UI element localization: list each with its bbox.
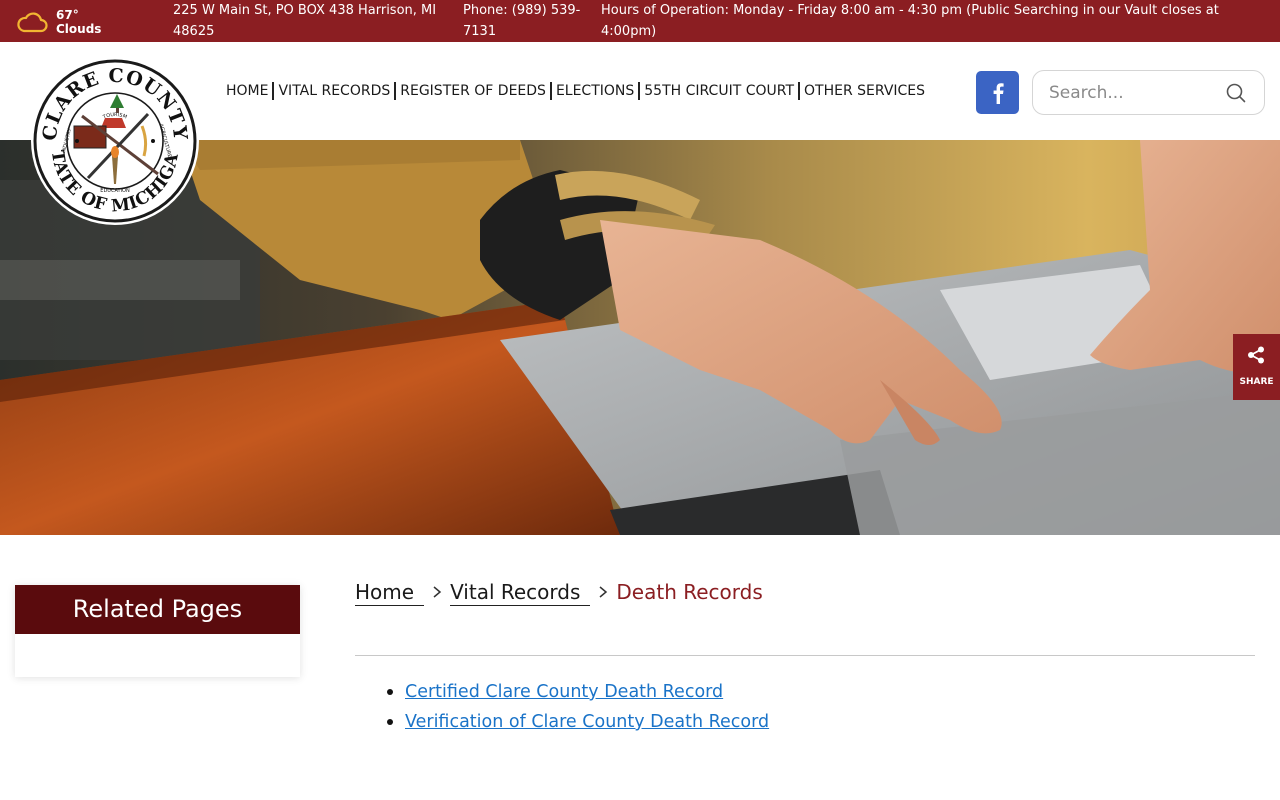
breadcrumb: Home Vital Records Death Records [355, 577, 763, 607]
weather-condition: Clouds [56, 22, 102, 36]
top-info-bar: 67° Clouds 225 W Main St, PO BOX 438 Har… [0, 0, 1280, 42]
share-button[interactable]: SHARE [1233, 334, 1280, 400]
related-pages-panel: Related Pages [15, 585, 300, 677]
seal-inner-education: EDUCATION [100, 188, 130, 194]
breadcrumb-vital-records[interactable]: Vital Records [450, 579, 591, 606]
address-text: 225 W Main St, PO BOX 438 Harrison, MI 4… [173, 3, 437, 39]
chevron-right-icon [432, 585, 442, 599]
certified-death-record-link[interactable]: Certified Clare County Death Record [405, 682, 723, 702]
nav-item-elections[interactable]: ELECTIONS [552, 81, 638, 101]
phone-text: Phone: (989) 539-7131 [463, 3, 581, 39]
content-divider [355, 655, 1255, 656]
related-pages-title: Related Pages [15, 585, 300, 634]
cloud-icon [17, 12, 48, 33]
hours-text: Hours of Operation: Monday - Friday 8:00… [601, 3, 1219, 39]
share-icon [1248, 346, 1264, 364]
breadcrumb-home[interactable]: Home [355, 579, 425, 606]
nav-item-circuit-court[interactable]: 55TH CIRCUIT COURT [640, 81, 798, 101]
search-icon[interactable] [1226, 83, 1246, 103]
facebook-button[interactable] [976, 71, 1019, 114]
share-label: SHARE [1239, 377, 1274, 387]
death-records-links: Certified Clare County Death Record Veri… [387, 678, 769, 738]
nav-item-home[interactable]: HOME [222, 81, 272, 101]
search-box [1032, 70, 1265, 115]
nav-item-vital-records[interactable]: VITAL RECORDS [274, 81, 394, 101]
breadcrumb-current: Death Records [616, 580, 763, 604]
list-item: Certified Clare County Death Record [387, 678, 769, 708]
search-input[interactable] [1049, 81, 1219, 105]
nav-item-register-of-deeds[interactable]: REGISTER OF DEEDS [396, 81, 550, 101]
nav-item-other-services[interactable]: OTHER SERVICES [800, 81, 929, 101]
county-seal-logo[interactable]: CLARE COUNTY STATE OF MICHIGAN TOURISM I… [22, 41, 200, 226]
weather-temperature: 67° [56, 8, 79, 22]
facebook-icon [993, 82, 1004, 104]
list-item: Verification of Clare County Death Recor… [387, 708, 769, 738]
verification-death-record-link[interactable]: Verification of Clare County Death Recor… [405, 712, 769, 732]
chevron-right-icon [598, 585, 608, 599]
main-nav: HOME VITAL RECORDS REGISTER OF DEEDS ELE… [222, 80, 929, 102]
